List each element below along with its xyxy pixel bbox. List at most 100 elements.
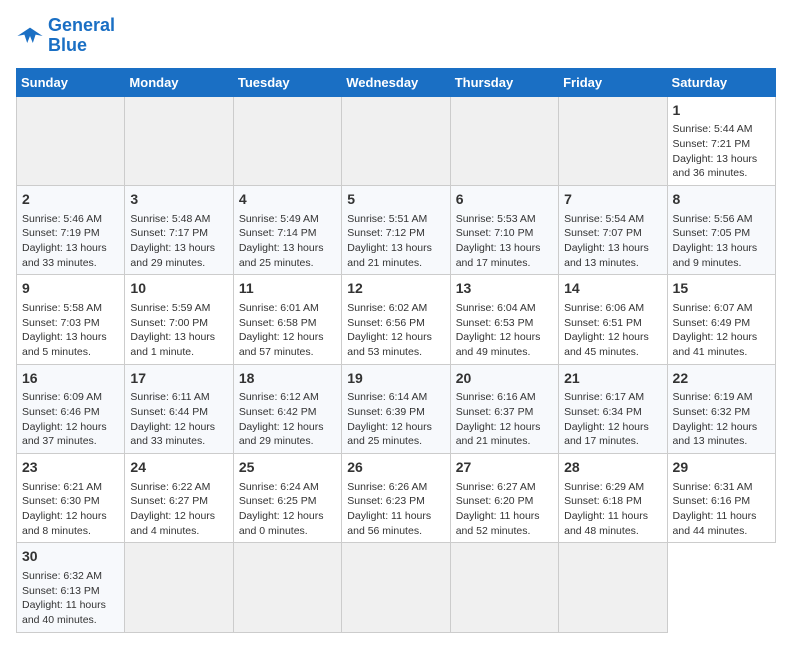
day-info-line: Sunrise: 6:04 AM	[456, 301, 553, 316]
calendar-day-27: 27Sunrise: 6:27 AMSunset: 6:20 PMDayligh…	[450, 453, 558, 542]
day-info-line: Sunrise: 6:16 AM	[456, 390, 553, 405]
day-info-line: Daylight: 12 hours	[22, 509, 119, 524]
day-info-line: Daylight: 12 hours	[130, 420, 227, 435]
calendar-week-1: 2Sunrise: 5:46 AMSunset: 7:19 PMDaylight…	[17, 185, 776, 274]
day-info-line: Daylight: 12 hours	[456, 420, 553, 435]
day-info-line: and 17 minutes.	[564, 434, 661, 449]
calendar-day-empty	[17, 96, 125, 185]
day-info-line: Sunset: 6:25 PM	[239, 494, 336, 509]
day-number: 3	[130, 190, 227, 210]
day-info-line: Sunrise: 6:27 AM	[456, 480, 553, 495]
weekday-header-wednesday: Wednesday	[342, 68, 450, 96]
calendar-day-13: 13Sunrise: 6:04 AMSunset: 6:53 PMDayligh…	[450, 275, 558, 364]
day-info-line: Sunset: 6:37 PM	[456, 405, 553, 420]
day-info-line: Sunset: 6:53 PM	[456, 316, 553, 331]
calendar-day-empty	[342, 543, 450, 632]
calendar-day-29: 29Sunrise: 6:31 AMSunset: 6:16 PMDayligh…	[667, 453, 775, 542]
calendar-day-22: 22Sunrise: 6:19 AMSunset: 6:32 PMDayligh…	[667, 364, 775, 453]
day-info-line: and 21 minutes.	[456, 434, 553, 449]
day-info-line: and 1 minute.	[130, 345, 227, 360]
calendar-day-9: 9Sunrise: 5:58 AMSunset: 7:03 PMDaylight…	[17, 275, 125, 364]
day-info-line: Sunset: 6:44 PM	[130, 405, 227, 420]
calendar-week-5: 30 Sunrise: 6:32 AMSunset: 6:13 PMDayligh…	[17, 543, 776, 632]
day-info-line: Daylight: 13 hours	[22, 330, 119, 345]
calendar-day-8: 8Sunrise: 5:56 AMSunset: 7:05 PMDaylight…	[667, 185, 775, 274]
day-number: 19	[347, 369, 444, 389]
day-info-line: and 17 minutes.	[456, 256, 553, 271]
calendar-day-18: 18Sunrise: 6:12 AMSunset: 6:42 PMDayligh…	[233, 364, 341, 453]
day-info-line: Sunrise: 6:12 AM	[239, 390, 336, 405]
day-info-line: Daylight: 13 hours	[564, 241, 661, 256]
day-info-line: Daylight: 13 hours	[22, 241, 119, 256]
calendar-day-1: 1Sunrise: 5:44 AMSunset: 7:21 PMDaylight…	[667, 96, 775, 185]
day-number: 8	[673, 190, 770, 210]
day-info-line: Sunset: 6:23 PM	[347, 494, 444, 509]
day-info-line: Sunset: 6:16 PM	[673, 494, 770, 509]
calendar-day-3: 3Sunrise: 5:48 AMSunset: 7:17 PMDaylight…	[125, 185, 233, 274]
day-info-line: Sunset: 7:12 PM	[347, 226, 444, 241]
day-info-line: Daylight: 13 hours	[673, 152, 770, 167]
day-info-line: Daylight: 12 hours	[673, 420, 770, 435]
day-number: 21	[564, 369, 661, 389]
calendar-day-28: 28Sunrise: 6:29 AMSunset: 6:18 PMDayligh…	[559, 453, 667, 542]
day-info-line: Sunset: 6:39 PM	[347, 405, 444, 420]
calendar-day-empty	[125, 543, 233, 632]
day-info-line: Sunset: 6:51 PM	[564, 316, 661, 331]
day-number: 6	[456, 190, 553, 210]
day-info-line: Daylight: 12 hours	[22, 420, 119, 435]
calendar-day-empty	[233, 543, 341, 632]
calendar-day-23: 23Sunrise: 6:21 AMSunset: 6:30 PMDayligh…	[17, 453, 125, 542]
day-number: 27	[456, 458, 553, 478]
calendar-week-2: 9Sunrise: 5:58 AMSunset: 7:03 PMDaylight…	[17, 275, 776, 364]
calendar-day-empty	[559, 543, 667, 632]
day-info-line: Daylight: 11 hours	[564, 509, 661, 524]
weekday-header-sunday: Sunday	[17, 68, 125, 96]
day-info-line: and 33 minutes.	[130, 434, 227, 449]
day-info-line: and 33 minutes.	[22, 256, 119, 271]
day-info-line: Sunrise: 6:11 AM	[130, 390, 227, 405]
day-info-line: Daylight: 11 hours	[347, 509, 444, 524]
day-info-line: Sunrise: 6:32 AM	[22, 569, 119, 584]
day-info-line: Sunset: 7:03 PM	[22, 316, 119, 331]
day-number: 20	[456, 369, 553, 389]
day-info-line: Daylight: 13 hours	[456, 241, 553, 256]
day-info-line: Sunset: 7:19 PM	[22, 226, 119, 241]
day-info-line: and 25 minutes.	[239, 256, 336, 271]
weekday-header-saturday: Saturday	[667, 68, 775, 96]
day-info-line: and 13 minutes.	[673, 434, 770, 449]
day-info-line: Sunset: 6:49 PM	[673, 316, 770, 331]
day-info-line: and 4 minutes.	[130, 524, 227, 539]
weekday-header-thursday: Thursday	[450, 68, 558, 96]
day-info-line: Daylight: 12 hours	[130, 509, 227, 524]
calendar-day-21: 21Sunrise: 6:17 AMSunset: 6:34 PMDayligh…	[559, 364, 667, 453]
day-info-line: Daylight: 11 hours	[456, 509, 553, 524]
day-info-line: Sunrise: 6:22 AM	[130, 480, 227, 495]
day-number: 17	[130, 369, 227, 389]
calendar-day-12: 12Sunrise: 6:02 AMSunset: 6:56 PMDayligh…	[342, 275, 450, 364]
calendar-header: SundayMondayTuesdayWednesdayThursdayFrid…	[17, 68, 776, 96]
day-info-line: and 49 minutes.	[456, 345, 553, 360]
page-header: General Blue	[16, 16, 776, 56]
day-info-line: Sunrise: 6:06 AM	[564, 301, 661, 316]
calendar-day-empty	[450, 543, 558, 632]
calendar-day-empty	[450, 96, 558, 185]
day-info-line: Sunrise: 5:53 AM	[456, 212, 553, 227]
day-info-line: and 0 minutes.	[239, 524, 336, 539]
day-number: 25	[239, 458, 336, 478]
calendar-day-24: 24Sunrise: 6:22 AMSunset: 6:27 PMDayligh…	[125, 453, 233, 542]
day-info-line: Daylight: 11 hours	[673, 509, 770, 524]
day-info-line: Sunrise: 5:51 AM	[347, 212, 444, 227]
day-number: 30	[22, 547, 119, 567]
day-info-line: Daylight: 12 hours	[347, 420, 444, 435]
day-info-line: Daylight: 13 hours	[130, 330, 227, 345]
day-number: 22	[673, 369, 770, 389]
day-info-line: Daylight: 11 hours	[22, 598, 119, 613]
day-info-line: Sunset: 6:42 PM	[239, 405, 336, 420]
day-info-line: Sunset: 6:13 PM	[22, 584, 119, 599]
day-info-line: and 57 minutes.	[239, 345, 336, 360]
calendar-day-10: 10Sunrise: 5:59 AMSunset: 7:00 PMDayligh…	[125, 275, 233, 364]
calendar-day-empty	[342, 96, 450, 185]
day-info-line: and 29 minutes.	[239, 434, 336, 449]
calendar-day-4: 4Sunrise: 5:49 AMSunset: 7:14 PMDaylight…	[233, 185, 341, 274]
day-info-line: Daylight: 12 hours	[347, 330, 444, 345]
